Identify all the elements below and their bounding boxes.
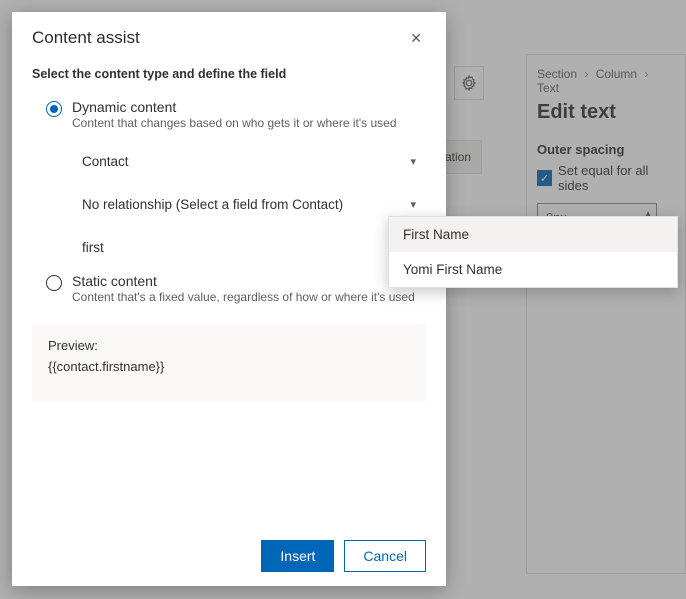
autocomplete-flyout: First Name Yomi First Name: [388, 216, 678, 288]
radio-selected-icon[interactable]: [46, 101, 62, 117]
preview-label: Preview:: [48, 338, 410, 353]
field-search-input[interactable]: [74, 226, 420, 269]
modal-title: Content assist: [32, 28, 140, 48]
autocomplete-item[interactable]: First Name: [389, 217, 677, 252]
entity-select[interactable]: Contact ▾: [74, 140, 420, 183]
preview-value: {{contact.firstname}}: [48, 359, 410, 374]
chevron-down-icon: ▾: [410, 198, 416, 211]
content-assist-modal: Content assist ✕ Select the content type…: [12, 12, 446, 586]
relationship-select-value: No relationship (Select a field from Con…: [82, 197, 343, 212]
modal-instruction: Select the content type and define the f…: [32, 67, 426, 81]
radio-unselected-icon[interactable]: [46, 275, 62, 291]
chevron-down-icon: ▾: [410, 155, 416, 168]
entity-select-value: Contact: [82, 154, 129, 169]
autocomplete-item[interactable]: Yomi First Name: [389, 252, 677, 287]
option-label: Dynamic content: [72, 99, 397, 115]
option-description: Content that changes based on who gets i…: [72, 116, 397, 130]
insert-button[interactable]: Insert: [261, 540, 334, 572]
option-label: Static content: [72, 273, 415, 289]
cancel-button[interactable]: Cancel: [344, 540, 426, 572]
relationship-select[interactable]: No relationship (Select a field from Con…: [74, 183, 420, 226]
option-description: Content that's a fixed value, regardless…: [72, 290, 415, 304]
option-static-content[interactable]: Static content Content that's a fixed va…: [32, 269, 426, 314]
preview-box: Preview: {{contact.firstname}}: [32, 324, 426, 402]
close-button[interactable]: ✕: [406, 28, 426, 49]
close-icon: ✕: [410, 30, 422, 46]
option-dynamic-content[interactable]: Dynamic content Content that changes bas…: [32, 95, 426, 140]
